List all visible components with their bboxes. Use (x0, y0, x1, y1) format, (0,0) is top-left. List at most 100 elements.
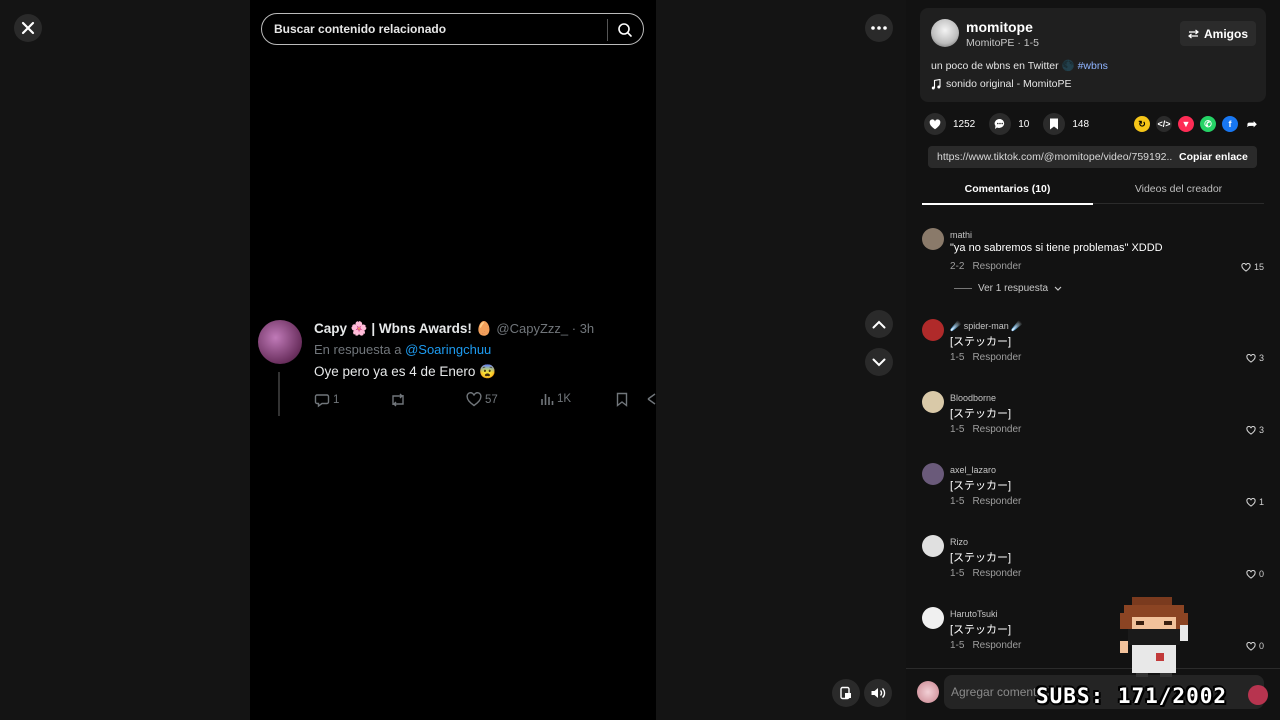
comment-item: ☄️ spider-man ☄️ [ステッカー] 1-5 Responder 3 (922, 311, 1268, 371)
comment-text: [ステッカー] (950, 480, 1012, 492)
engagement-stats: 1252 10 148 (924, 113, 1103, 135)
commenter-name[interactable]: Rizo (950, 537, 968, 547)
comment-meta: 1-5 Responder (950, 424, 1022, 435)
heart-outline-icon (1246, 425, 1256, 435)
more-options-button[interactable] (865, 14, 893, 42)
view-replies-button[interactable]: Ver 1 respuesta (954, 283, 1062, 294)
share-arrow-icon[interactable]: ➦ (1244, 116, 1260, 132)
side-panel: momitope MomitoPE · 1-5 Amigos un poco d… (906, 0, 1280, 720)
heart-outline-icon (1246, 353, 1256, 363)
tweet-share (647, 392, 656, 406)
reply-button[interactable]: Responder (972, 640, 1021, 651)
video-frame[interactable] (250, 0, 656, 720)
video-stage: Buscar contenido relacionado Capy 🌸 | Wb… (0, 0, 906, 720)
search-input[interactable]: Buscar contenido relacionado (274, 22, 446, 36)
tab-creator-videos[interactable]: Videos del creador (1093, 183, 1264, 195)
volume-icon (871, 687, 886, 699)
copy-link-button[interactable]: Copiar enlace (1179, 151, 1248, 163)
save-stat[interactable]: 148 (1043, 113, 1089, 135)
comment-text: [ステッカー] (950, 552, 1012, 564)
tweet-author-name: Capy 🌸 | Wbns Awards! 🥚 (314, 321, 493, 336)
commenter-avatar[interactable] (922, 228, 944, 250)
tab-comments[interactable]: Comentarios (10) (922, 183, 1093, 205)
retweet-icon (392, 393, 404, 407)
tweet-reply-to: En respuesta a @Soaringchuu (314, 342, 491, 357)
comment-stat[interactable]: 10 (989, 113, 1029, 135)
comment-like[interactable]: 15 (1241, 262, 1264, 272)
reply-mention: @Soaringchuu (405, 342, 492, 357)
reply-button[interactable]: Responder (972, 261, 1021, 272)
share-link-bar: https://www.tiktok.com/@momitope/video/7… (928, 146, 1257, 168)
creator-avatar[interactable] (931, 19, 959, 47)
reply-prefix: En respuesta a (314, 342, 402, 357)
comment-icon (989, 113, 1012, 135)
reply-button[interactable]: Responder (972, 352, 1021, 363)
comment-item: Rizo [ステッカー] 1-5 Responder 0 (922, 527, 1268, 587)
comment-like[interactable]: 1 (1246, 497, 1264, 507)
next-video-button[interactable] (865, 348, 893, 376)
video-description: un poco de wbns en Twitter 🌑 #wbns (931, 60, 1108, 72)
reply-button[interactable]: Responder (972, 424, 1021, 435)
commenter-avatar[interactable] (922, 391, 944, 413)
comment-like[interactable]: 0 (1246, 569, 1264, 579)
creator-subline: MomitoPE · 1-5 (966, 37, 1039, 49)
commenter-name[interactable]: mathi (950, 230, 972, 240)
hashtag-link[interactable]: #wbns (1078, 60, 1108, 72)
tweet-view-count: 1K (540, 392, 571, 406)
commenter-name[interactable]: HarutoTsuki (950, 609, 998, 619)
comment-item: mathi "ya no sabremos si tiene problemas… (922, 220, 1268, 280)
send-icon[interactable] (1248, 685, 1268, 705)
creator-username[interactable]: momitope (966, 19, 1033, 35)
comment-text: "ya no sabremos si tiene problemas" XDDD (950, 242, 1163, 254)
share-icon (647, 393, 656, 405)
commenter-avatar[interactable] (922, 319, 944, 341)
whatsapp-icon[interactable]: ✆ (1200, 116, 1216, 132)
search-bar[interactable]: Buscar contenido relacionado (261, 13, 644, 45)
comment-meta: 1-5 Responder (950, 496, 1022, 507)
bookmark-icon (616, 392, 628, 407)
friends-button[interactable]: Amigos (1180, 21, 1256, 46)
reply-button[interactable]: Responder (972, 496, 1021, 507)
creator-card: momitope MomitoPE · 1-5 Amigos un poco d… (920, 8, 1266, 102)
facebook-icon[interactable]: f (1222, 116, 1238, 132)
commenter-avatar[interactable] (922, 535, 944, 557)
commenter-avatar[interactable] (922, 463, 944, 485)
comment-meta: 2-2 Responder (950, 261, 1022, 272)
tweet-retweet (389, 392, 407, 408)
bookmark-icon (1043, 113, 1066, 135)
share-url[interactable]: https://www.tiktok.com/@momitope/video/7… (928, 151, 1173, 163)
close-button[interactable] (14, 14, 42, 42)
previous-video-button[interactable] (865, 310, 893, 338)
send-to-friends-icon[interactable]: ▼ (1178, 116, 1194, 132)
commenter-avatar[interactable] (922, 607, 944, 629)
chevron-up-icon (872, 320, 886, 328)
comment-like[interactable]: 0 (1246, 641, 1264, 651)
music-info[interactable]: sonido original - MomitoPE (931, 78, 1071, 90)
tweet-reply-count: 1 (314, 392, 339, 408)
tweet-header: Capy 🌸 | Wbns Awards! 🥚 @CapyZzz_ · 3h (314, 321, 594, 337)
commenter-name[interactable]: axel_lazaro (950, 465, 996, 475)
embed-icon[interactable]: </> (1156, 116, 1172, 132)
heart-icon (924, 113, 946, 135)
comment-like[interactable]: 3 (1246, 425, 1264, 435)
commenter-name[interactable]: Bloodborne (950, 393, 996, 403)
floating-player-icon (840, 686, 851, 700)
music-note-icon (931, 78, 941, 89)
floating-player-button[interactable] (832, 679, 860, 707)
friends-swap-icon (1188, 29, 1199, 38)
repost-icon[interactable]: ↻ (1134, 116, 1150, 132)
comment-item: Bloodborne [ステッカー] 1-5 Responder 3 (922, 383, 1268, 443)
views-icon (541, 394, 554, 405)
tweet-bookmark (616, 392, 628, 407)
comment-like[interactable]: 3 (1246, 353, 1264, 363)
volume-button[interactable] (864, 679, 892, 707)
comment-text: [ステッカー] (950, 408, 1012, 420)
reply-icon (314, 394, 330, 408)
reply-button[interactable]: Responder (972, 568, 1021, 579)
search-icon[interactable] (617, 22, 633, 38)
tweet-author-handle: @CapyZzz_ · 3h (496, 321, 595, 336)
search-divider (607, 19, 608, 41)
commenter-name[interactable]: ☄️ spider-man ☄️ (950, 321, 1022, 332)
close-icon (21, 21, 35, 35)
like-stat[interactable]: 1252 (924, 113, 975, 135)
